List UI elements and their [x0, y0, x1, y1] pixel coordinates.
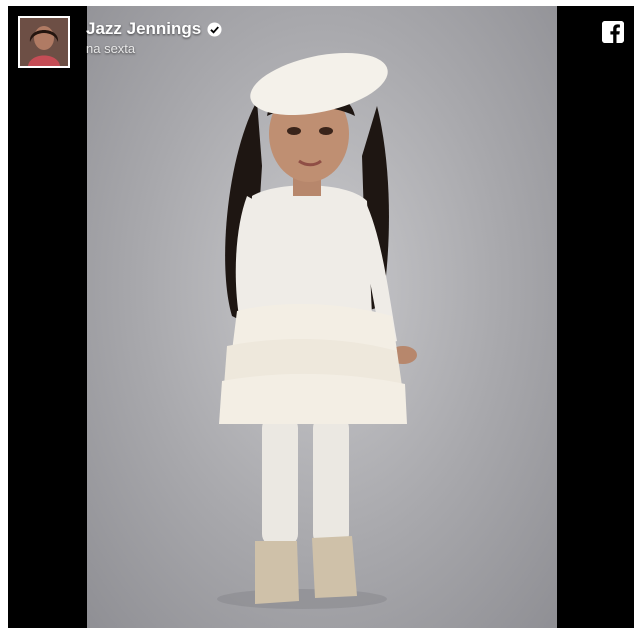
post-timestamp[interactable]: na sexta — [86, 41, 222, 56]
embedded-facebook-post: Jazz Jennings na sexta — [8, 6, 634, 628]
page-name-link[interactable]: Jazz Jennings — [86, 19, 201, 39]
avatar-image — [20, 18, 68, 66]
facebook-logo-svg — [602, 21, 624, 43]
facebook-icon[interactable] — [602, 21, 624, 43]
post-header: Jazz Jennings na sexta — [86, 19, 222, 56]
profile-avatar[interactable] — [18, 16, 70, 68]
verified-check-icon — [207, 21, 222, 37]
doll-illustration — [217, 52, 417, 609]
page-name-row: Jazz Jennings — [86, 19, 222, 39]
post-photo[interactable] — [87, 6, 557, 628]
